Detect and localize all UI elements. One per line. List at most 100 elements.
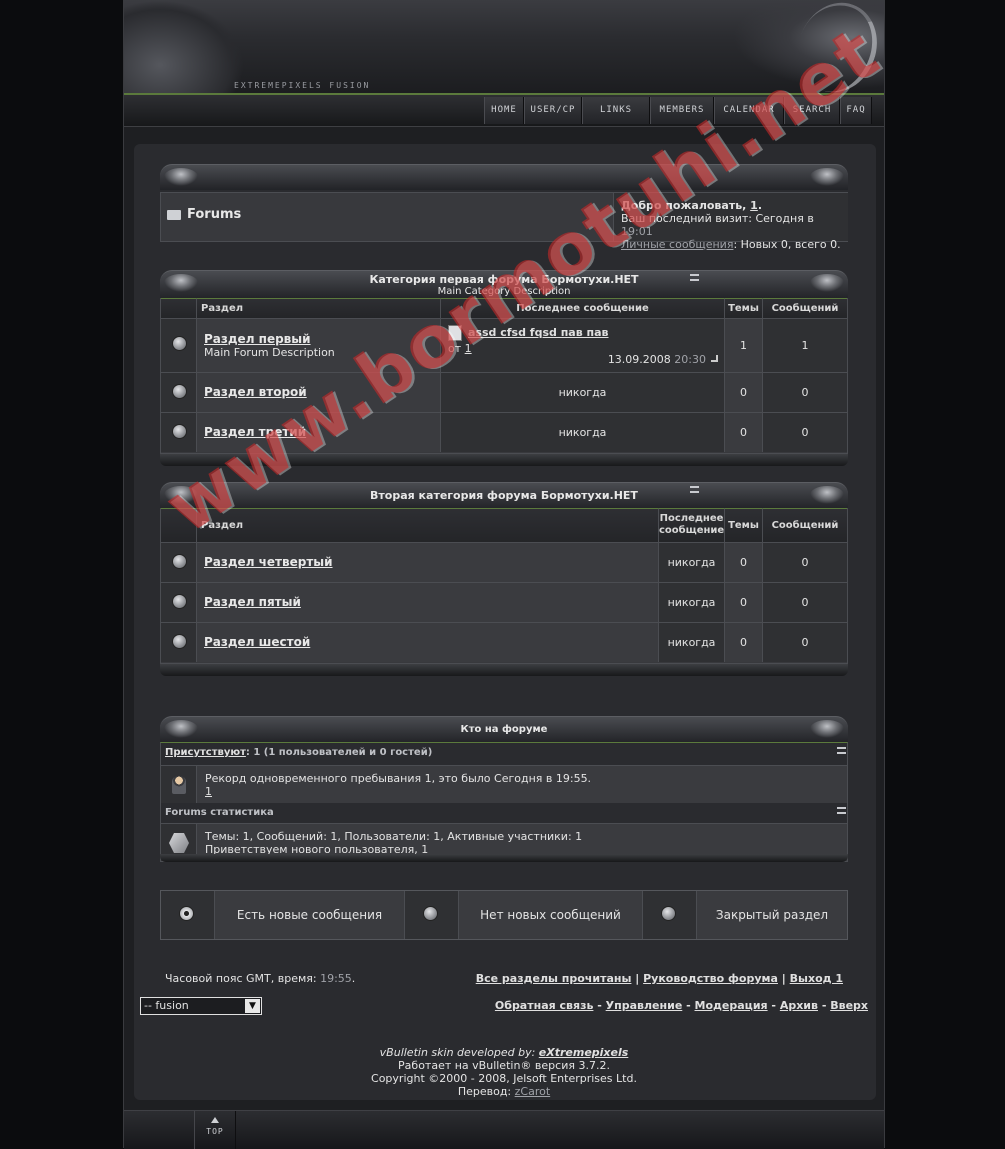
welcome-line: Добро пожаловать, 1. [621,199,763,212]
category1-title[interactable]: Категория первая форума Бормотухи.НЕТ [160,273,848,286]
new-posts-icon [179,906,194,921]
forum-cell: Раздел пятый [197,582,659,622]
forum-link[interactable]: Раздел третий [204,425,433,439]
col-forum: Раздел [197,298,441,318]
forum-status-icon [172,634,187,649]
nav-links-item[interactable]: LINKS [582,97,650,124]
legend-new-posts: Есть новые сообщения [215,891,405,939]
logout-link[interactable]: Выход 1 [790,972,843,985]
top-link[interactable]: Вверх [830,999,868,1012]
go-to-last-post-icon[interactable] [711,355,718,362]
user-icon [172,776,186,794]
admin-link[interactable]: Управление [606,999,683,1012]
category1-table: Раздел Последнее сообщение Темы Сообщени… [160,298,848,454]
contact-us-link[interactable]: Обратная связь [495,999,594,1012]
footer-links-top: Все разделы прочитаны | Руководство фору… [475,972,843,985]
forum-link[interactable]: Раздел второй [204,385,433,399]
collapse-icon[interactable] [837,807,846,814]
nav-members[interactable]: MEMBERS [650,97,714,124]
nav-usercp[interactable]: USER/CP [524,97,582,124]
threads-count: 0 [725,542,763,582]
last-post-cell: никогда [441,372,725,412]
forum-link[interactable]: Раздел пятый [204,595,651,609]
last-post-by: от 1 [448,342,472,355]
top-navbar: HOME USER/CP LINKS MEMBERS CALENDAR SEAR… [124,95,884,127]
forum-cell: Раздел шестой [197,622,659,662]
category2-title[interactable]: Вторая категория форума Бормотухи.НЕТ [160,489,848,502]
thread-icon [448,325,462,341]
collapse-icon[interactable] [690,486,699,493]
forum-rules-link[interactable]: Руководство форума [643,972,778,985]
forum-cell: Раздел четвертый [197,542,659,582]
forum-status-icon [172,336,187,351]
nav-faq[interactable]: FAQ [840,97,872,124]
forum-cell: Раздел второй [197,372,441,412]
style-selector[interactable]: -- fusion ▼ [140,997,262,1015]
top-button[interactable]: TOP [194,1111,236,1149]
nav-links: HOME USER/CP LINKS MEMBERS CALENDAR SEAR… [484,97,872,124]
forum-status-icon [172,424,187,439]
mark-forums-read-link[interactable]: Все разделы прочитаны [476,972,632,985]
table-row [161,582,197,622]
col-threads: Темы [725,298,763,318]
table-row [161,372,197,412]
pm-line: Личные сообщения: Новых 0, всего 0. [621,238,841,251]
chevron-down-icon[interactable]: ▼ [245,999,260,1013]
welcome-user-link[interactable]: 1 [750,199,758,212]
forum-description: Main Forum Description [204,346,335,359]
posts-count: 0 [763,622,847,662]
forum-status-icon [172,554,187,569]
site-logo[interactable]: EXTREMEPIXELS FUSION [234,81,370,90]
whos-online-title: Кто на форуме [460,724,548,735]
legend-icon-cell [643,891,697,939]
table-row [161,622,197,662]
category1-footer [160,454,848,466]
forum-link[interactable]: Раздел первый [204,332,433,346]
page-title: Forums [187,207,242,222]
col-status [161,508,197,542]
online-user-link[interactable]: 1 [205,785,839,798]
welcome-panel: Добро пожаловать, 1. Ваш последний визит… [613,193,848,251]
translator-link[interactable]: zCarot [515,1085,551,1098]
forum-status-icon [172,384,187,399]
table-row [161,542,197,582]
private-messages-link[interactable]: Личные сообщения [621,238,733,251]
threads-count: 0 [725,372,763,412]
stats-cubes-icon [169,833,189,853]
col-last-post: Последнее сообщение [441,298,725,318]
last-visit: Ваш последний визит: Сегодня в 19:01 [621,212,814,238]
last-post-date: 13.09.2008 20:30 [607,353,706,366]
last-thread-link[interactable]: assd cfsd fqsd пав пав [468,326,609,339]
forum-link[interactable]: Раздел четвертый [204,555,651,569]
last-post-cell: никогда [441,412,725,452]
last-post-cell: никогда [659,542,725,582]
stats-title: Forums статистика [165,807,274,818]
collapse-icon[interactable] [837,747,846,754]
moderation-link[interactable]: Модерация [695,999,768,1012]
banner-art [124,0,244,93]
col-threads: Темы [725,508,763,542]
posts-count: 1 [763,318,847,372]
whos-online-footer [160,854,848,862]
cap-ornament [810,168,844,186]
forum-cell: Раздел третий [197,412,441,452]
col-last-post: Последнее сообщение [659,508,725,542]
category2-table: Раздел Последнее сообщение Темы Сообщени… [160,508,848,664]
skin-author-link[interactable]: eXtremepixels [539,1046,629,1059]
present-link[interactable]: Присутствуют [165,747,246,758]
category2-header: Вторая категория форума Бормотухи.НЕТ [160,482,848,509]
col-posts: Сообщений [763,508,847,542]
archive-link[interactable]: Архив [780,999,818,1012]
nav-home[interactable]: HOME [484,97,524,124]
collapse-icon[interactable] [690,274,699,281]
last-post-cell: никогда [659,582,725,622]
header-banner: EXTREMEPIXELS FUSION [124,0,884,93]
whos-online-box: Присутствуют: 1 (1 пользователей и 0 гос… [160,742,848,862]
last-post-user-link[interactable]: 1 [465,342,472,355]
nav-calendar[interactable]: CALENDAR [714,97,784,124]
main-content: Forums Добро пожаловать, 1. Ваш последни… [134,144,876,1100]
breadcrumb: Forums Добро пожаловать, 1. Ваш последни… [160,192,848,251]
col-forum: Раздел [197,508,659,542]
forum-link[interactable]: Раздел шестой [204,635,651,649]
nav-search[interactable]: SEARCH [784,97,840,124]
